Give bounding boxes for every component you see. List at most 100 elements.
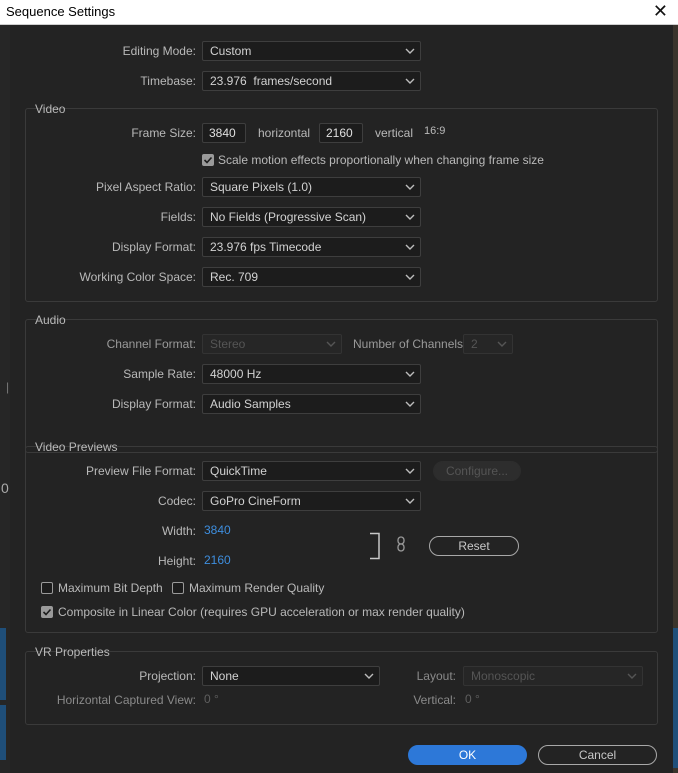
preview-height-value[interactable]: 2160: [204, 553, 231, 567]
chevron-down-icon: [405, 48, 415, 54]
chevron-down-icon: [326, 341, 336, 347]
linear-color-checkbox[interactable]: [41, 606, 53, 618]
vr-vertical-value: 0 °: [465, 692, 480, 706]
chain-link-icon[interactable]: [396, 536, 406, 552]
video-group-title: Video: [35, 102, 66, 116]
background-thumbnail-left-2: [0, 705, 6, 760]
video-display-format-dropdown[interactable]: 23.976 fps Timecode: [202, 237, 421, 257]
link-bracket-icon: [370, 532, 380, 560]
pixel-aspect-value: Square Pixels (1.0): [210, 180, 313, 194]
chevron-down-icon: [405, 244, 415, 250]
sample-rate-value: 48000 Hz: [210, 367, 262, 381]
chevron-down-icon: [405, 468, 415, 474]
max-bit-depth-checkbox[interactable]: [41, 582, 53, 594]
audio-group-title: Audio: [35, 313, 66, 327]
sample-rate-label: Sample Rate:: [123, 367, 196, 381]
chevron-down-icon: [405, 214, 415, 220]
vr-properties-group: [25, 651, 658, 725]
horizontal-captured-view-value: 0 °: [204, 692, 219, 706]
layout-label: Layout:: [416, 669, 456, 683]
fields-dropdown[interactable]: No Fields (Progressive Scan): [202, 207, 421, 227]
close-icon[interactable]: ✕: [653, 1, 668, 21]
editing-mode-dropdown[interactable]: Custom: [202, 41, 421, 61]
editing-mode-value: Custom: [210, 44, 252, 58]
projection-label: Projection:: [139, 669, 196, 683]
chevron-down-icon: [364, 673, 374, 679]
preview-file-format-label: Preview File Format:: [85, 464, 196, 478]
working-color-space-label: Working Color Space:: [79, 270, 197, 284]
background-fragment: 0: [1, 480, 9, 496]
audio-display-format-value: Audio Samples: [210, 397, 291, 411]
num-channels-dropdown: 2: [463, 334, 513, 354]
timebase-label: Timebase:: [140, 74, 196, 88]
preview-file-format-value: QuickTime: [210, 464, 267, 478]
fields-label: Fields:: [160, 210, 196, 224]
reset-button[interactable]: Reset: [429, 536, 519, 556]
checkmark-icon: [42, 608, 52, 616]
chevron-down-icon: [627, 673, 637, 679]
projection-value: None: [210, 669, 239, 683]
chevron-down-icon: [405, 498, 415, 504]
scale-motion-label: Scale motion effects proportionally when…: [218, 153, 544, 167]
aspect-ratio-text: 16:9: [424, 125, 446, 137]
background-fragment: |: [6, 380, 10, 394]
working-color-space-value: Rec. 709: [210, 270, 259, 284]
preview-width-value[interactable]: 3840: [204, 523, 231, 537]
frame-height-input[interactable]: 2160: [319, 123, 363, 143]
preview-height-label: Height:: [157, 554, 196, 568]
pixel-aspect-label: Pixel Aspect Ratio:: [95, 180, 196, 194]
video-display-format-value: 23.976 fps Timecode: [210, 240, 322, 254]
audio-display-format-dropdown[interactable]: Audio Samples: [202, 394, 421, 414]
scale-motion-checkbox[interactable]: [202, 154, 214, 166]
horizontal-label: horizontal: [258, 126, 311, 140]
audio-display-format-label: Display Format:: [111, 397, 196, 411]
title-bar: Sequence Settings ✕: [0, 0, 678, 25]
chevron-down-icon: [405, 78, 415, 84]
vr-properties-group-title: VR Properties: [35, 645, 110, 659]
channel-format-label: Channel Format:: [106, 337, 196, 351]
channel-format-value: Stereo: [210, 337, 246, 351]
sample-rate-dropdown[interactable]: 48000 Hz: [202, 364, 421, 384]
codec-dropdown[interactable]: GoPro CineForm: [202, 491, 421, 511]
horizontal-captured-view-label: Horizontal Captured View:: [56, 693, 196, 707]
max-bit-depth-label: Maximum Bit Depth: [58, 581, 163, 595]
preview-width-label: Width:: [161, 524, 196, 538]
preview-file-format-dropdown[interactable]: QuickTime: [202, 461, 421, 481]
timebase-value: 23.976 frames/second: [210, 74, 333, 88]
configure-button: Configure...: [433, 461, 521, 481]
ok-button[interactable]: OK: [408, 745, 527, 765]
chevron-down-icon: [405, 184, 415, 190]
linear-color-label: Composite in Linear Color (requires GPU …: [58, 605, 465, 619]
frame-size-label: Frame Size:: [131, 126, 196, 140]
sequence-settings-dialog: Editing Mode: Custom Timebase: 23.976 fr…: [10, 25, 673, 773]
window-title: Sequence Settings: [6, 4, 116, 19]
layout-value: Monoscopic: [471, 669, 536, 683]
vr-vertical-label: Vertical:: [413, 693, 456, 707]
background-thumbnail-right: [673, 628, 678, 768]
background-thumbnail-left-1: [0, 628, 6, 700]
max-render-quality-label: Maximum Render Quality: [189, 581, 325, 595]
chevron-down-icon: [405, 274, 415, 280]
codec-value: GoPro CineForm: [210, 494, 301, 508]
fields-value: No Fields (Progressive Scan): [210, 210, 367, 224]
frame-width-input[interactable]: 3840: [202, 123, 246, 143]
layout-dropdown: Monoscopic: [463, 666, 643, 686]
chevron-down-icon: [405, 371, 415, 377]
max-render-quality-checkbox[interactable]: [172, 582, 184, 594]
checkmark-icon: [203, 156, 213, 164]
working-color-space-dropdown[interactable]: Rec. 709: [202, 267, 421, 287]
num-channels-label: Number of Channels:: [353, 337, 467, 351]
timebase-dropdown[interactable]: 23.976 frames/second: [202, 71, 421, 91]
chevron-down-icon: [405, 401, 415, 407]
cancel-button[interactable]: Cancel: [538, 745, 657, 765]
vertical-label: vertical: [375, 126, 414, 140]
chevron-down-icon: [497, 341, 507, 347]
video-display-format-label: Display Format:: [111, 240, 196, 254]
projection-dropdown[interactable]: None: [202, 666, 380, 686]
video-previews-group-title: Video Previews: [35, 440, 118, 454]
channel-format-dropdown: Stereo: [202, 334, 342, 354]
editing-mode-label: Editing Mode:: [122, 44, 196, 58]
pixel-aspect-dropdown[interactable]: Square Pixels (1.0): [202, 177, 421, 197]
codec-label: Codec:: [157, 494, 196, 508]
num-channels-value: 2: [471, 337, 478, 351]
